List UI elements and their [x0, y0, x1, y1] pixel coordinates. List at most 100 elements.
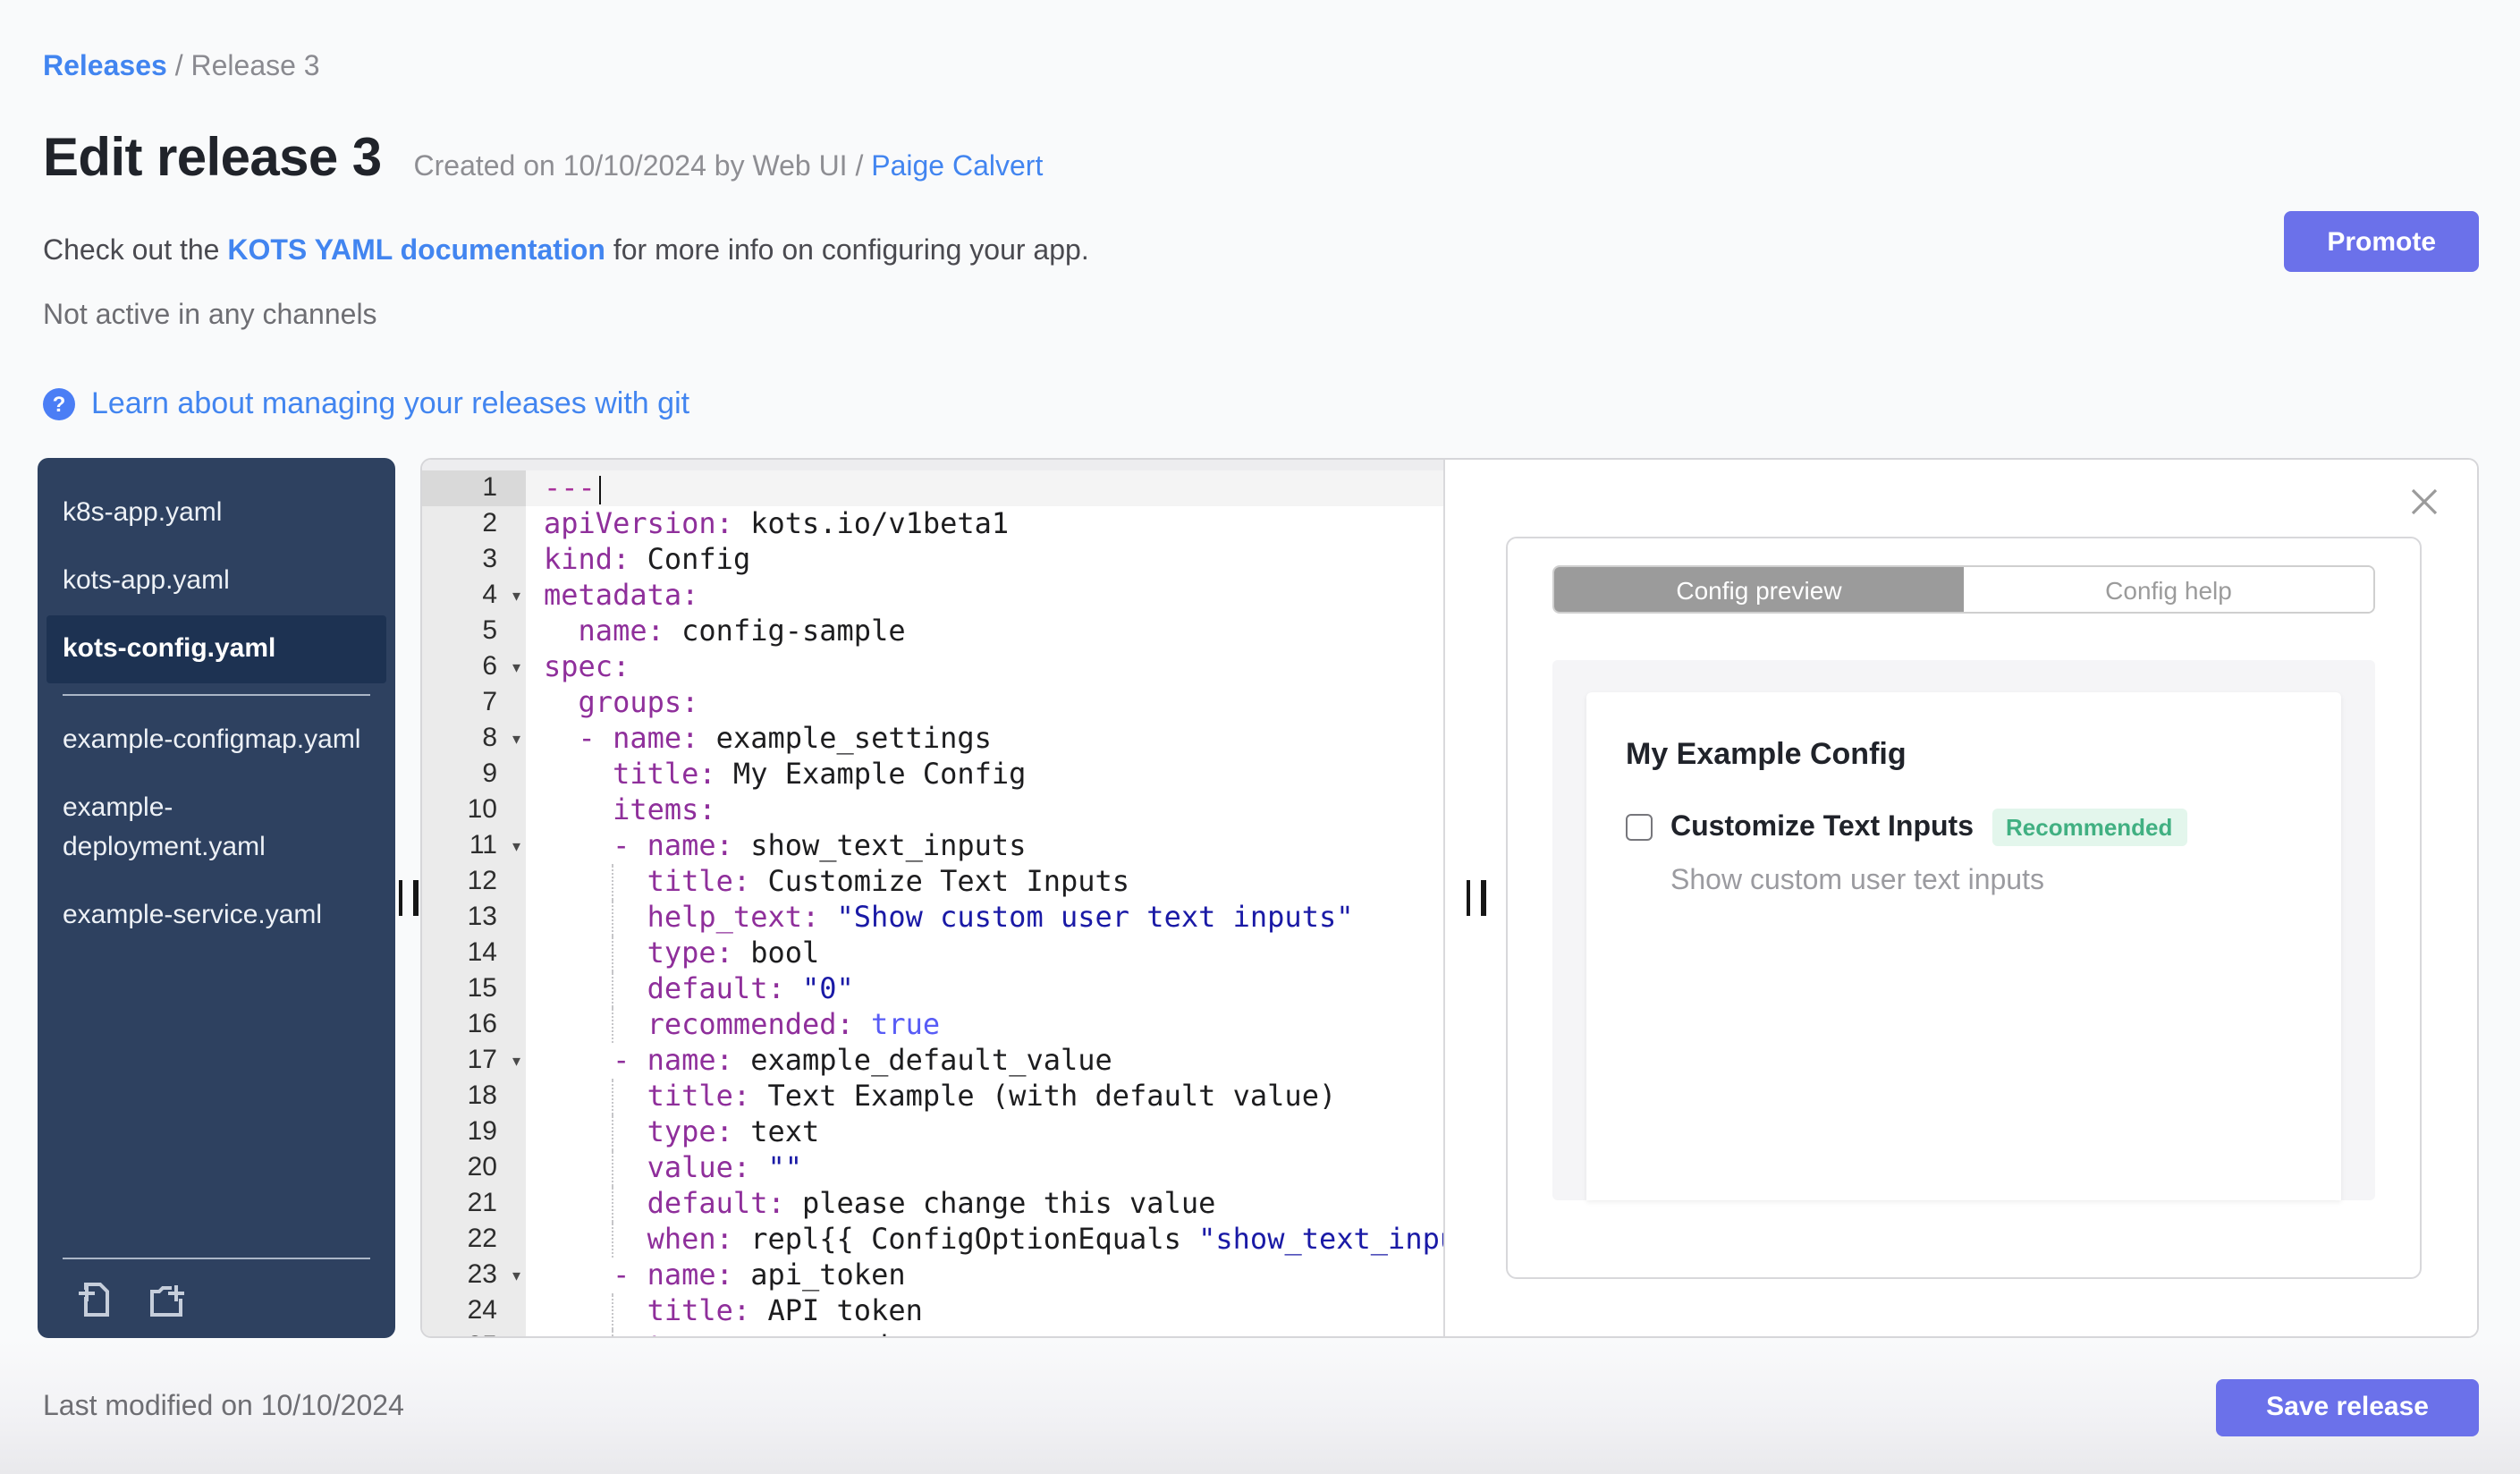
file-item-k8s-app-yaml[interactable]: k8s-app.yaml — [38, 479, 395, 547]
file-sidebar: k8s-app.yaml kots-app.yaml kots-config.yam… — [38, 458, 395, 1338]
channel-status: Not active in any channels — [43, 301, 377, 331]
gutter-line-21[interactable]: 21 — [422, 1186, 526, 1222]
code-line-20[interactable]: value: "" — [526, 1150, 1443, 1186]
gutter-line-9[interactable]: 9 — [422, 757, 526, 792]
gutter-line-15[interactable]: 15 — [422, 971, 526, 1007]
gutter-line-1[interactable]: 1 — [422, 470, 526, 506]
code-line-9[interactable]: title: My Example Config — [526, 757, 1443, 792]
code-line-3[interactable]: kind: Config — [526, 542, 1443, 578]
fold-arrow-icon[interactable]: ▾ — [512, 828, 520, 864]
code-line-7[interactable]: groups: — [526, 685, 1443, 721]
gutter-line-8[interactable]: 8 ▾ — [422, 721, 526, 757]
breadcrumb: Releases / Release 3 — [43, 52, 320, 84]
config-group-title: My Example Config — [1626, 737, 1907, 771]
gutter-line-13[interactable]: 13 — [422, 900, 526, 936]
code-line-5[interactable]: name: config-sample — [526, 614, 1443, 649]
gutter-line-22[interactable]: 22 — [422, 1222, 526, 1258]
indent-guide — [612, 1293, 613, 1329]
code-line-6[interactable]: spec: — [526, 649, 1443, 685]
yaml-editor[interactable]: 1 2 3 4 ▾ 5 6 ▾ 7 8 ▾ 9 10 11 ▾ 12 13 14 15 16 17 ▾ 18 19 20 21 22… — [422, 460, 1445, 1336]
indent-guide — [612, 1079, 613, 1114]
gutter-line-3[interactable]: 3 — [422, 542, 526, 578]
gutter-line-20[interactable]: 20 — [422, 1150, 526, 1186]
editor-preview-drag-handle[interactable] — [1445, 460, 1506, 1336]
code-line-18[interactable]: title: Text Example (with default value) — [526, 1079, 1443, 1114]
text-cursor — [598, 476, 602, 504]
gutter-line-11[interactable]: 11 ▾ — [422, 828, 526, 864]
code-line-23[interactable]: - name: api_token — [526, 1258, 1443, 1293]
code-line-12[interactable]: title: Customize Text Inputs — [526, 864, 1443, 900]
file-item-example-configmap-yaml[interactable]: example-configmap.yaml — [38, 707, 395, 775]
sidebar-editor-drag-handle[interactable] — [395, 458, 420, 1338]
gutter-line-5[interactable]: 5 — [422, 614, 526, 649]
promote-button[interactable]: Promote — [2284, 211, 2479, 272]
gutter-line-2[interactable]: 2 — [422, 506, 526, 542]
gutter-line-16[interactable]: 16 — [422, 1007, 526, 1043]
code-line-16[interactable]: recommended: true — [526, 1007, 1443, 1043]
git-learn-link[interactable]: Learn about managing your releases with … — [91, 386, 689, 422]
indent-guide — [612, 1186, 613, 1222]
editor-scrollbar-track[interactable] — [422, 460, 1443, 470]
add-folder-icon[interactable] — [145, 1277, 188, 1320]
code-line-1[interactable]: --- — [526, 470, 1443, 506]
gutter-line-24[interactable]: 24 — [422, 1293, 526, 1329]
config-item-label[interactable]: Customize Text Inputs — [1670, 811, 1974, 843]
breadcrumb-releases-link[interactable]: Releases — [43, 52, 167, 82]
gutter-line-12[interactable]: 12 — [422, 864, 526, 900]
config-preview-body: My Example Config Customize Text Inputs … — [1552, 660, 2375, 1200]
fold-arrow-icon[interactable]: ▾ — [512, 649, 520, 685]
code-line-24[interactable]: title: API token — [526, 1293, 1443, 1329]
add-file-icon[interactable] — [73, 1277, 116, 1320]
footer-bar: Last modified on 10/10/2024 Save release — [0, 1340, 2520, 1474]
code-line-15[interactable]: default: "0" — [526, 971, 1443, 1007]
gutter-line-18[interactable]: 18 — [422, 1079, 526, 1114]
gutter-line-10[interactable]: 10 — [422, 792, 526, 828]
code-line-22[interactable]: when: repl{{ ConfigOptionEquals "show_te… — [526, 1222, 1443, 1258]
gutter-line-23[interactable]: 23 ▾ — [422, 1258, 526, 1293]
tab-config-preview[interactable]: Config preview — [1554, 567, 1964, 612]
gutter-line-4[interactable]: 4 ▾ — [422, 578, 526, 614]
code-line-2[interactable]: apiVersion: kots.io/v1beta1 — [526, 506, 1443, 542]
code-line-17[interactable]: - name: example_default_value — [526, 1043, 1443, 1079]
breadcrumb-separator: / — [174, 52, 183, 82]
recommended-badge: Recommended — [1991, 809, 2187, 846]
gutter-line-25[interactable]: 25 — [422, 1329, 526, 1336]
drag-handle-icon — [398, 880, 418, 916]
indent-guide — [612, 1007, 613, 1043]
customize-text-inputs-checkbox[interactable] — [1626, 814, 1653, 841]
code-line-4[interactable]: metadata: — [526, 578, 1443, 614]
code-line-8[interactable]: - name: example_settings — [526, 721, 1443, 757]
code-line-13[interactable]: help_text: "Show custom user text inputs… — [526, 900, 1443, 936]
code-line-25[interactable]: type: password — [526, 1329, 1443, 1336]
gutter-line-6[interactable]: 6 ▾ — [422, 649, 526, 685]
gutter-line-19[interactable]: 19 — [422, 1114, 526, 1150]
indent-guide — [612, 1114, 613, 1150]
editor-code-area[interactable]: --- apiVersion: kots.io/v1beta1 kind: Conf… — [526, 470, 1443, 1336]
paige-calvert-link[interactable]: Paige Calvert — [871, 152, 1043, 182]
code-line-10[interactable]: items: — [526, 792, 1443, 828]
docs-line: Check out the KOTS YAML documentation fo… — [43, 236, 1089, 267]
gutter-line-7[interactable]: 7 — [422, 685, 526, 721]
close-icon[interactable] — [2407, 485, 2441, 519]
file-item-kots-app-yaml[interactable]: kots-app.yaml — [38, 547, 395, 615]
file-item-kots-config-yaml[interactable]: kots-config.yaml — [47, 615, 386, 683]
gutter-line-14[interactable]: 14 — [422, 936, 526, 971]
indent-guide — [612, 900, 613, 936]
release-workspace: 1 2 3 4 ▾ 5 6 ▾ 7 8 ▾ 9 10 11 ▾ 12 13 14 15 16 17 ▾ 18 19 20 21 22… — [420, 458, 2479, 1338]
code-line-11[interactable]: - name: show_text_inputs — [526, 828, 1443, 864]
fold-arrow-icon[interactable]: ▾ — [512, 721, 520, 757]
indent-guide — [612, 1329, 613, 1336]
file-item-example-deployment-yaml[interactable]: example-deployment.yaml — [38, 775, 395, 882]
fold-arrow-icon[interactable]: ▾ — [512, 1043, 520, 1079]
gutter-line-17[interactable]: 17 ▾ — [422, 1043, 526, 1079]
file-item-example-service-yaml[interactable]: example-service.yaml — [38, 882, 395, 950]
tab-config-help[interactable]: Config help — [1964, 567, 2373, 612]
help-icon[interactable]: ? — [43, 388, 75, 420]
fold-arrow-icon[interactable]: ▾ — [512, 1258, 520, 1293]
code-line-14[interactable]: type: bool — [526, 936, 1443, 971]
code-line-19[interactable]: type: text — [526, 1114, 1443, 1150]
kots-yaml-documentation-link[interactable]: KOTS YAML documentation — [227, 236, 605, 267]
fold-arrow-icon[interactable]: ▾ — [512, 578, 520, 614]
code-line-21[interactable]: default: please change this value — [526, 1186, 1443, 1222]
save-release-button[interactable]: Save release — [2216, 1378, 2479, 1436]
